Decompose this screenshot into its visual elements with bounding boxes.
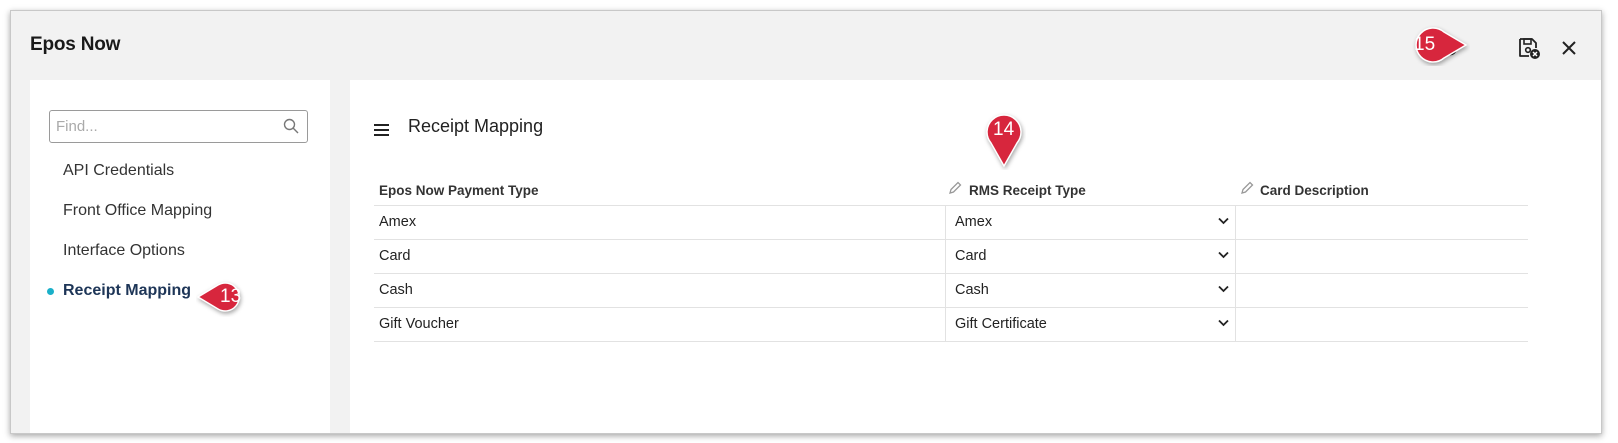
close-button[interactable] — [1556, 35, 1582, 61]
search-input[interactable] — [56, 111, 271, 142]
callout-15-number: 15 — [1414, 34, 1436, 55]
hamburger-menu-button[interactable] — [374, 123, 390, 142]
pencil-icon — [949, 181, 962, 194]
chevron-down-icon — [1218, 319, 1229, 327]
callout-14: 14 — [982, 104, 1026, 170]
active-indicator-dot — [47, 288, 54, 295]
pencil-icon — [1241, 181, 1254, 194]
card-description-cell[interactable] — [1237, 274, 1528, 307]
column-header-receipt-type: RMS Receipt Type — [948, 178, 1228, 206]
payment-type-cell: Cash — [379, 282, 413, 298]
sidebar-item-front-office-mapping[interactable]: Front Office Mapping — [63, 202, 212, 220]
card-description-label: Card Description — [1260, 183, 1369, 198]
sidebar-item-receipt-mapping[interactable]: Receipt Mapping — [63, 282, 191, 300]
dialog-window: Epos Now API Cred — [10, 10, 1602, 434]
receipt-type-value: Cash — [955, 282, 989, 298]
search-box[interactable] — [49, 110, 308, 143]
page-title: Receipt Mapping — [408, 116, 544, 136]
sidebar: API Credentials Front Office Mapping Int… — [30, 80, 330, 433]
receipt-type-value: Card — [955, 248, 987, 264]
receipt-type-select[interactable]: Cash — [945, 274, 1236, 307]
column-header-card-description: Card Description — [1240, 178, 1520, 206]
save-icon — [1519, 38, 1540, 59]
table-row: Cash Cash — [374, 273, 1528, 307]
window-title: Epos Now — [30, 34, 121, 55]
callout-15: 15 — [1400, 24, 1470, 66]
search-icon[interactable] — [283, 118, 299, 134]
chevron-down-icon — [1218, 285, 1229, 293]
hamburger-icon — [374, 124, 389, 136]
sidebar-item-interface-options[interactable]: Interface Options — [63, 242, 185, 260]
save-button[interactable] — [1516, 35, 1542, 61]
column-header-payment-type: Epos Now Payment Type — [379, 183, 539, 198]
chevron-down-icon — [1218, 251, 1229, 259]
receipt-type-select[interactable]: Gift Certificate — [945, 308, 1236, 341]
main-panel: Receipt Mapping Epos Now Payment Type RM… — [350, 80, 1601, 433]
receipt-type-select[interactable]: Amex — [945, 206, 1236, 239]
card-description-cell[interactable] — [1237, 206, 1528, 239]
callout-13-number: 13 — [220, 286, 242, 307]
card-description-cell[interactable] — [1237, 308, 1528, 341]
sidebar-item-api-credentials[interactable]: API Credentials — [63, 162, 174, 180]
receipt-type-label: RMS Receipt Type — [969, 183, 1086, 198]
table-row: Card Card — [374, 239, 1528, 273]
callout-13: 13 — [196, 277, 258, 317]
payment-type-cell: Card — [379, 248, 411, 264]
close-icon — [1562, 41, 1576, 55]
payment-type-cell: Gift Voucher — [379, 316, 459, 332]
receipt-type-value: Gift Certificate — [955, 316, 1047, 332]
callout-14-number: 14 — [993, 119, 1015, 140]
receipt-type-value: Amex — [955, 214, 993, 230]
table-row: Gift Voucher Gift Certificate — [374, 307, 1528, 342]
receipt-type-select[interactable]: Card — [945, 240, 1236, 273]
card-description-cell[interactable] — [1237, 240, 1528, 273]
payment-type-cell: Amex — [379, 214, 417, 230]
table-row: Amex Amex — [374, 205, 1528, 239]
chevron-down-icon — [1218, 217, 1229, 225]
